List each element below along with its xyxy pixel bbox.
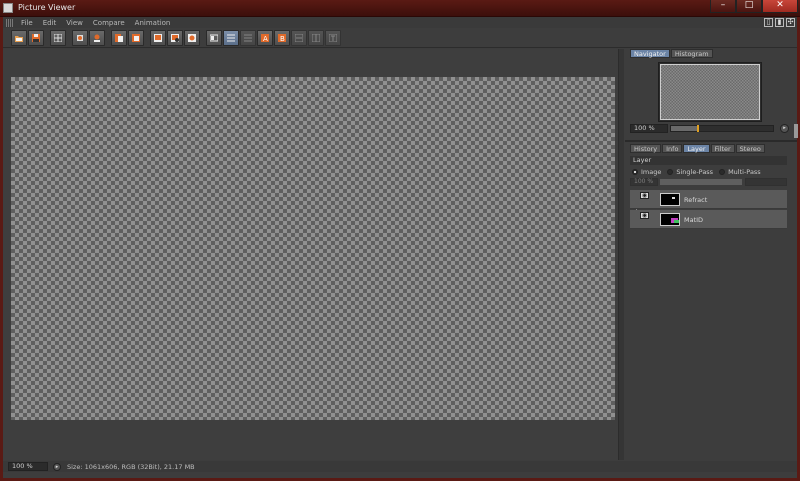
split-view-alt-icon[interactable] <box>240 30 256 46</box>
navigator-zoom-row: 100 % ▸ <box>630 124 792 133</box>
zoom-slider-handle[interactable] <box>696 125 699 132</box>
layer-section-title: Layer <box>630 156 787 165</box>
compare-b-icon[interactable]: B <box>274 30 290 46</box>
render-settings-icon[interactable] <box>184 30 200 46</box>
maximize-button[interactable]: □ <box>736 0 762 13</box>
status-zoom-arrow-icon[interactable]: ▸ <box>53 462 61 471</box>
svg-text:A: A <box>263 35 268 42</box>
image-info-text: Size: 1061x606, RGB (32Bit), 21.17 MB <box>67 462 195 471</box>
split-view-icon[interactable] <box>223 30 239 46</box>
navigator-zoom-slider[interactable] <box>670 125 774 132</box>
layer-opacity-row: 100 % <box>630 178 787 186</box>
layout-split-icon[interactable]: ▮ <box>775 18 784 27</box>
window-controls: – □ ✕ <box>710 0 798 13</box>
navigator-preview-frame <box>658 62 762 122</box>
close-button[interactable]: ✕ <box>762 0 798 13</box>
radio-image-label: Image <box>641 167 662 176</box>
zoom-slider-fill <box>671 126 697 131</box>
svg-text:B: B <box>280 35 285 42</box>
copy-icon[interactable] <box>111 30 127 46</box>
tab-histogram[interactable]: Histogram <box>670 49 713 58</box>
render-region-icon[interactable] <box>167 30 183 46</box>
toolbar: A B <box>3 29 797 48</box>
navigator-tabs: Navigator Histogram <box>630 49 714 58</box>
radio-multi-pass-label: Multi-Pass <box>728 167 761 176</box>
fit-view-icon[interactable] <box>72 30 88 46</box>
status-bar: 100 % ▸ Size: 1061x606, RGB (32Bit), 21.… <box>3 461 797 472</box>
tab-navigator[interactable]: Navigator <box>630 49 670 58</box>
save-file-icon[interactable] <box>28 30 44 46</box>
layout-icons: ▯ ▮ ✣ <box>764 18 795 27</box>
move-icon[interactable]: ✣ <box>786 18 795 27</box>
single-view-icon[interactable] <box>206 30 222 46</box>
layout-panel-icon[interactable]: ▯ <box>764 18 773 27</box>
layer-name: Refract <box>684 196 708 204</box>
compare-a-icon[interactable]: A <box>257 30 273 46</box>
layer-thumbnail <box>660 193 680 206</box>
side-panel: Navigator Histogram 100 % ▸ History Info… <box>625 49 798 460</box>
radio-single-pass[interactable] <box>667 168 674 175</box>
title-bar: Picture Viewer – □ ✕ <box>0 0 800 17</box>
eye-icon[interactable]: ◉ <box>640 212 649 219</box>
minimize-button[interactable]: – <box>710 0 736 13</box>
radio-image[interactable] <box>632 168 638 175</box>
opacity-slider <box>660 179 742 185</box>
open-file-icon[interactable] <box>11 30 27 46</box>
menu-bar: File Edit View Compare Animation ▯ ▮ ✣ <box>3 17 797 28</box>
menu-edit[interactable]: Edit <box>38 19 62 27</box>
menu-file[interactable]: File <box>16 19 38 27</box>
stop-render-icon[interactable] <box>150 30 166 46</box>
swap-ab-icon[interactable] <box>291 30 307 46</box>
radio-single-pass-label: Single-Pass <box>676 167 714 176</box>
navigator-zoom-field[interactable]: 100 % <box>630 124 668 133</box>
image-canvas[interactable] <box>11 77 615 420</box>
tab-stereo[interactable]: Stereo <box>735 144 765 153</box>
tab-info[interactable]: Info <box>662 144 683 153</box>
tab-filter[interactable]: Filter <box>710 144 735 153</box>
navigator-preview[interactable] <box>660 64 760 120</box>
opacity-field: 100 % <box>630 178 658 186</box>
window-title: Picture Viewer <box>18 3 76 12</box>
menu-grip-icon <box>6 18 14 27</box>
menu-animation[interactable]: Animation <box>130 19 176 27</box>
panel-tabs: History Info Layer Filter Stereo <box>630 144 766 153</box>
canvas-scrollbar[interactable] <box>618 49 624 460</box>
layer-mode-radios: Image Single-Pass Multi-Pass <box>630 167 765 176</box>
paste-icon[interactable] <box>128 30 144 46</box>
layer-thumbnail <box>660 213 680 226</box>
tab-layer[interactable]: Layer <box>683 144 710 153</box>
eye-icon[interactable]: ◉ <box>640 192 649 199</box>
grid-toggle-icon[interactable] <box>50 30 66 46</box>
zoom-arrow-icon[interactable]: ▸ <box>780 124 789 133</box>
menu-compare[interactable]: Compare <box>88 19 130 27</box>
layer-row-matid[interactable]: ◉ MatID <box>630 210 787 229</box>
blend-mode-dropdown <box>745 178 787 186</box>
image-canvas-area <box>3 49 624 460</box>
layer-row-refract[interactable]: ◉ Refract <box>630 190 787 209</box>
diff-icon[interactable] <box>308 30 324 46</box>
menu-view[interactable]: View <box>61 19 88 27</box>
panel-divider[interactable] <box>625 140 797 142</box>
app-icon <box>3 3 13 13</box>
panel-scrollbar[interactable] <box>794 124 798 138</box>
radio-multi-pass[interactable] <box>719 168 726 175</box>
layer-name: MatID <box>684 216 704 224</box>
render-snapshot-icon[interactable] <box>89 30 105 46</box>
tab-history[interactable]: History <box>630 144 662 153</box>
text-overlay-icon[interactable] <box>325 30 341 46</box>
status-zoom-field[interactable]: 100 % <box>8 462 48 471</box>
